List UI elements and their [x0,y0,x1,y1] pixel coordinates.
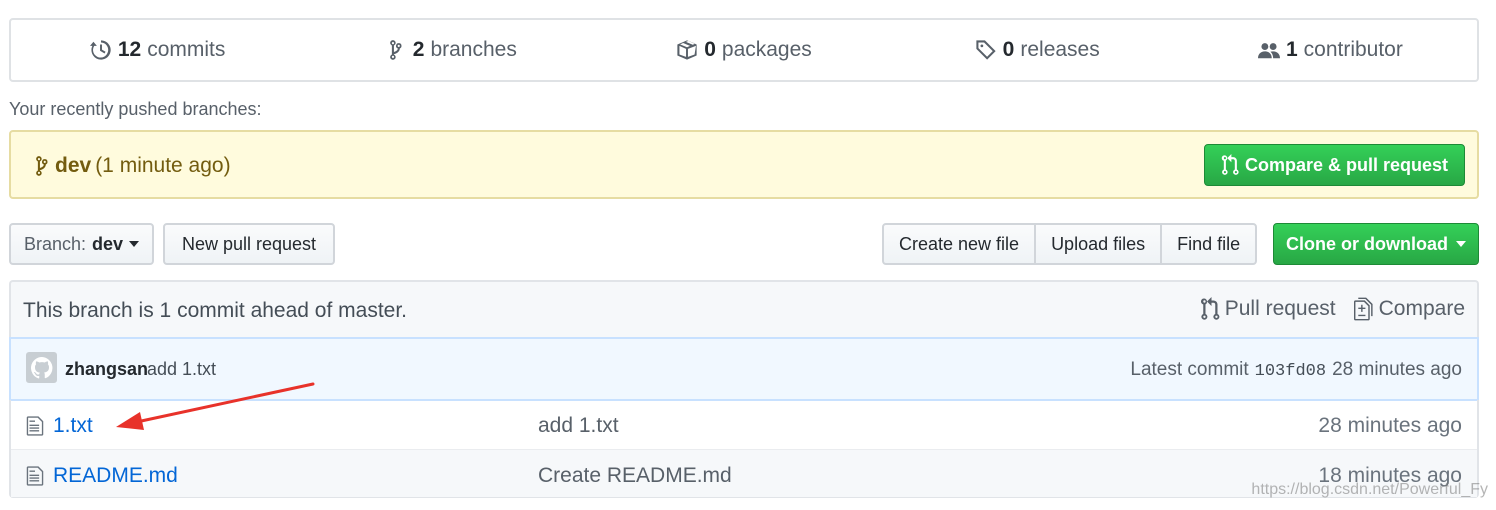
packages-link[interactable]: 0 packages [597,38,890,62]
upload-files-button[interactable]: Upload files [1034,223,1163,265]
commits-link[interactable]: 12 commits [11,38,304,62]
watermark: https://blog.csdn.net/Powerful_Fy [1251,481,1488,498]
file-actions-group: Create new file Upload files Find file [882,223,1258,265]
branches-link[interactable]: 2 branches [304,38,597,62]
clone-or-download-label: Clone or download [1286,233,1448,254]
commit-meta: Latest commit 103fd08 28 minutes ago [1130,359,1462,381]
package-icon [677,40,697,60]
commit-age: 28 minutes ago [1332,359,1462,380]
find-file-button[interactable]: Find file [1160,223,1258,265]
releases-count: 0 [1002,38,1015,61]
commits-count: 12 [117,38,142,61]
releases-link[interactable]: 0 releases [891,38,1184,62]
git-branch-icon [36,156,48,176]
packages-label: packages [721,38,812,61]
branches-label: branches [430,38,517,61]
commit-message-link[interactable]: add 1.txt [147,359,216,380]
avatar[interactable] [26,352,57,383]
pull-request-label: Pull request [1224,297,1336,320]
latest-commit-bar: zhangsan add 1.txt Latest commit 103fd08… [9,337,1479,401]
file-commit-message[interactable]: Create README.md [538,464,732,488]
recent-branch-name: dev [55,154,92,177]
contributors-count: 1 [1285,38,1298,61]
numbers-summary: 12 commits 2 branches 0 packages 0 relea… [9,18,1479,82]
tag-icon [976,40,996,60]
branches-count: 2 [412,38,425,61]
new-pull-request-button[interactable]: New pull request [163,223,335,265]
branch-status-text: This branch is 1 commit ahead of master. [23,299,407,322]
compare-pull-request-button[interactable]: Compare & pull request [1203,144,1465,186]
file-commit-message[interactable]: add 1.txt [538,414,619,438]
file-icon [26,465,44,487]
branch-infobar: This branch is 1 commit ahead of master.… [9,280,1479,338]
recent-branches-label: Your recently pushed branches: [9,99,262,119]
file-age: 28 minutes ago [1318,414,1462,437]
table-row: 1.txt add 1.txt 28 minutes ago [11,400,1477,448]
contributors-label: contributor [1303,38,1403,61]
commits-label: commits [147,38,226,61]
chevron-down-icon [129,241,140,247]
pull-request-icon [1221,154,1239,175]
contributors-link[interactable]: 1 contributor [1184,38,1477,62]
pull-request-link[interactable]: Pull request [1200,297,1336,321]
commit-sha-link[interactable]: 103fd08 [1255,362,1326,381]
pull-request-icon [1200,297,1220,320]
history-icon [89,40,111,60]
recent-branch-link[interactable]: dev (1 minute ago) [33,154,231,178]
branch-select-button[interactable]: Branch: dev [9,223,154,265]
git-branch-icon [389,40,402,60]
recent-branch-time: (1 minute ago) [95,154,231,177]
branch-select-value: dev [92,233,124,254]
packages-count: 0 [704,38,716,61]
compare-link[interactable]: Compare [1353,297,1465,321]
people-icon [1257,43,1280,59]
compare-label: Compare [1378,297,1465,320]
compare-pull-request-label: Compare & pull request [1244,154,1448,175]
chevron-down-icon [1456,241,1466,247]
github-mark-icon [30,356,52,378]
create-new-file-button[interactable]: Create new file [882,223,1037,265]
file-name-link[interactable]: README.md [53,464,178,488]
latest-commit-label: Latest commit [1130,359,1249,380]
diff-icon [1353,297,1373,321]
branch-select-label: Branch: [23,233,87,254]
commit-author-link[interactable]: zhangsan [65,359,148,380]
clone-or-download-button[interactable]: Clone or download [1273,223,1479,265]
releases-label: releases [1020,38,1100,61]
file-icon [26,415,44,437]
file-name-link[interactable]: 1.txt [53,414,93,438]
recent-branch-banner: dev (1 minute ago) Compare & pull reques… [9,130,1479,199]
